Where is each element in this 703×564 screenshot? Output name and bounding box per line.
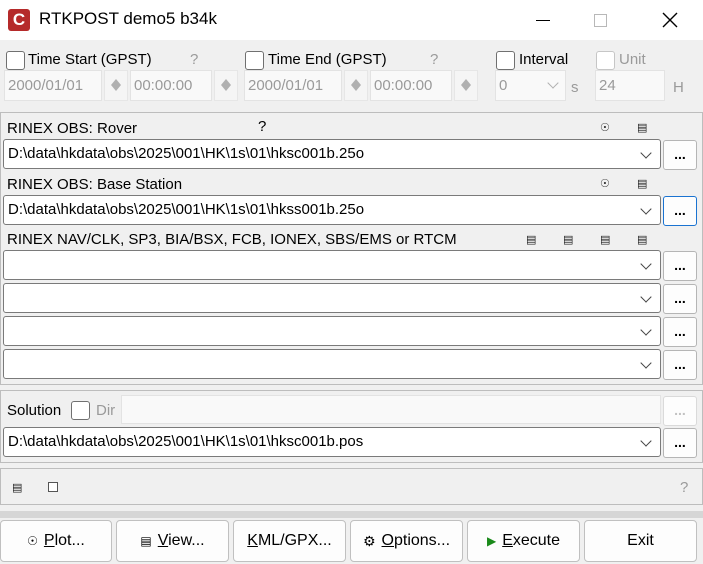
rover-path: D:\data\hkdata\obs\2025\001\HK\1s\01\hks… — [8, 145, 365, 162]
text-view-icon[interactable]: ▤ — [12, 481, 22, 494]
interval-unit: s — [571, 79, 579, 96]
solution-path: D:\data\hkdata\obs\2025\001\HK\1s\01\hks… — [8, 433, 364, 450]
time-end-label: Time End (GPST) — [268, 51, 387, 68]
app-logo-icon: C — [8, 9, 30, 31]
close-icon — [662, 12, 678, 28]
time-start-time-field[interactable]: 00:00:00 — [130, 70, 212, 101]
nav-file-combo-4[interactable] — [3, 349, 661, 379]
time-end-help[interactable]: ? — [430, 51, 438, 68]
minimize-button[interactable] — [520, 0, 566, 40]
status-panel — [0, 468, 703, 505]
nav-file-combo-3[interactable] — [3, 316, 661, 346]
rover-label: RINEX OBS: Rover — [7, 120, 138, 137]
nav-file-combo-2[interactable] — [3, 283, 661, 313]
solution-dir-label: Dir — [96, 402, 116, 419]
text-view-icon[interactable]: ▤ — [526, 233, 536, 246]
rover-help[interactable]: ? — [258, 118, 266, 135]
time-start-label: Time Start (GPST) — [28, 51, 152, 68]
rover-browse-button[interactable]: ... — [663, 140, 697, 170]
close-button[interactable] — [647, 0, 693, 40]
nav-file-combo-1[interactable] — [3, 250, 661, 280]
solution-label: Solution — [7, 402, 62, 419]
play-icon: ▶ — [486, 534, 497, 548]
chevron-down-icon[interactable] — [640, 291, 652, 303]
text-view-icon[interactable]: ▤ — [637, 177, 647, 190]
chevron-down-icon[interactable] — [640, 147, 652, 159]
unit-field[interactable]: 24 — [595, 70, 665, 101]
solution-path-combo[interactable]: D:\data\hkdata\obs\2025\001\HK\1s\01\hks… — [3, 427, 661, 457]
kml-gpx-label: KML/GPX... — [247, 532, 332, 549]
title-bar: C RTKPOST demo5 b34k — [0, 0, 703, 40]
time-end-checkbox[interactable] — [245, 51, 264, 70]
kml-gpx-button[interactable]: KML/GPX... — [233, 520, 346, 562]
base-browse-button[interactable]: ... — [663, 196, 697, 226]
time-start-help[interactable]: ? — [190, 51, 198, 68]
unit-suffix: H — [673, 79, 684, 96]
plot-label: Plot... — [43, 532, 85, 549]
map-icon[interactable]: ☉ — [600, 121, 610, 134]
base-label: RINEX OBS: Base Station — [7, 176, 183, 193]
unit-checkbox[interactable] — [596, 51, 615, 70]
stop-icon[interactable] — [48, 482, 58, 492]
time-end-date-spinner[interactable] — [344, 70, 368, 101]
chevron-down-icon — [547, 77, 559, 89]
time-end-time-field[interactable]: 00:00:00 — [370, 70, 452, 101]
time-end-date-field[interactable]: 2000/01/01 — [244, 70, 342, 101]
maximize-button[interactable] — [577, 0, 623, 40]
nav-browse-button-4[interactable]: ... — [663, 350, 697, 380]
exit-button[interactable]: Exit — [584, 520, 697, 562]
time-start-date-spinner[interactable] — [104, 70, 128, 101]
time-start-date-field[interactable]: 2000/01/01 — [4, 70, 102, 101]
solution-dir-checkbox[interactable] — [71, 401, 90, 420]
gear-icon: ⚙ — [362, 532, 376, 549]
interval-value: 0 — [499, 77, 508, 94]
options-button[interactable]: ⚙ Options... — [350, 520, 463, 562]
chevron-down-icon[interactable] — [640, 435, 652, 447]
chevron-down-icon[interactable] — [640, 324, 652, 336]
plot-button[interactable]: ☉ Plot... — [0, 520, 112, 562]
view-label: View... — [157, 532, 205, 549]
text-view-icon[interactable]: ▤ — [563, 233, 573, 246]
text-view-icon[interactable]: ▤ — [637, 121, 647, 134]
time-start-checkbox[interactable] — [6, 51, 25, 70]
interval-checkbox[interactable] — [496, 51, 515, 70]
map-icon[interactable]: ☉ — [600, 177, 610, 190]
nav-label: RINEX NAV/CLK, SP3, BIA/BSX, FCB, IONEX,… — [7, 231, 457, 248]
text-view-icon: ▤ — [140, 534, 152, 548]
options-label: Options... — [381, 532, 451, 549]
rover-path-combo[interactable]: D:\data\hkdata\obs\2025\001\HK\1s\01\hks… — [3, 139, 661, 169]
interval-label: Interval — [519, 51, 569, 68]
status-help[interactable]: ? — [680, 479, 688, 496]
text-view-icon[interactable]: ▤ — [600, 233, 610, 246]
execute-label: Execute — [502, 532, 561, 549]
interval-select[interactable]: 0 — [495, 70, 566, 101]
time-end-time-spinner[interactable] — [454, 70, 478, 101]
progress-bar — [0, 511, 703, 518]
text-view-icon[interactable]: ▤ — [637, 233, 647, 246]
nav-browse-button-2[interactable]: ... — [663, 284, 697, 314]
plot-icon: ☉ — [27, 534, 38, 548]
execute-button[interactable]: ▶ Execute — [467, 520, 580, 562]
view-button[interactable]: ▤ View... — [116, 520, 229, 562]
unit-label: Unit — [619, 51, 646, 68]
solution-dir-field[interactable] — [121, 395, 661, 424]
solution-browse-button[interactable]: ... — [663, 428, 697, 458]
exit-label: Exit — [627, 532, 654, 549]
time-start-time-spinner[interactable] — [214, 70, 238, 101]
solution-dir-browse-button[interactable]: ... — [663, 396, 697, 426]
base-path: D:\data\hkdata\obs\2025\001\HK\1s\01\hks… — [8, 201, 365, 218]
nav-browse-button-3[interactable]: ... — [663, 317, 697, 347]
chevron-down-icon[interactable] — [640, 258, 652, 270]
window-title: RTKPOST demo5 b34k — [39, 9, 217, 28]
chevron-down-icon[interactable] — [640, 357, 652, 369]
chevron-down-icon[interactable] — [640, 203, 652, 215]
nav-browse-button-1[interactable]: ... — [663, 251, 697, 281]
base-path-combo[interactable]: D:\data\hkdata\obs\2025\001\HK\1s\01\hks… — [3, 195, 661, 225]
